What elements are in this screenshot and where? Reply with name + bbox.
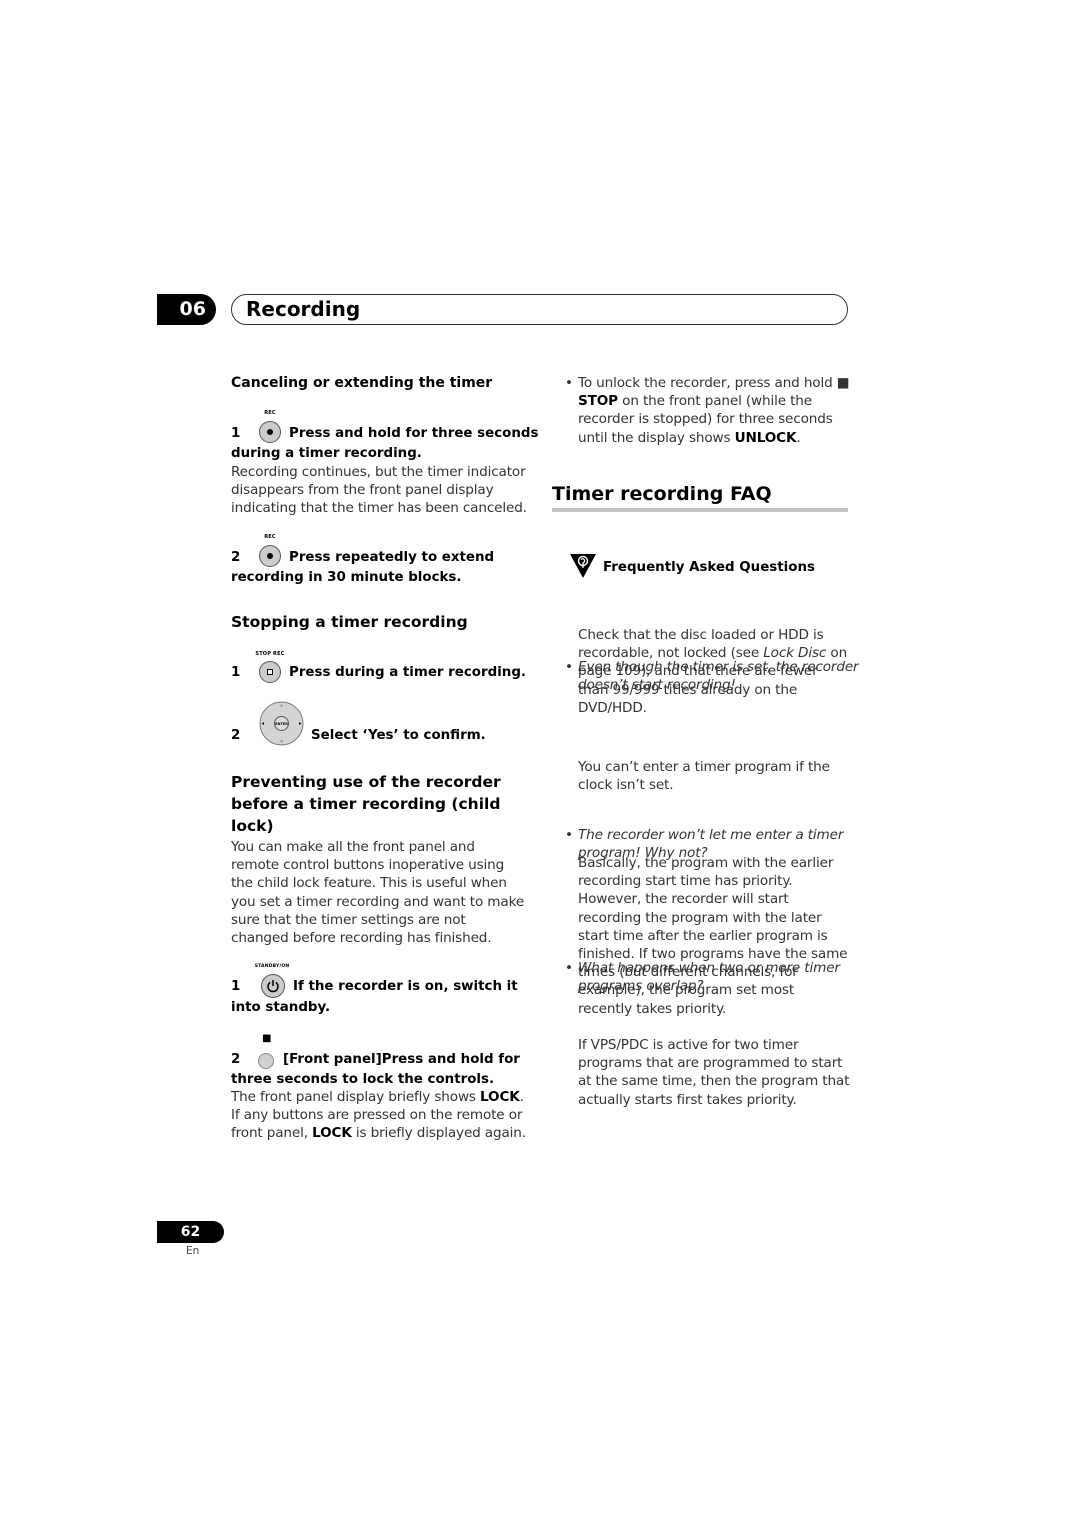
cancel-step1-instruction-line2: during a timer recording. — [231, 446, 422, 461]
lock-step2-instruction-line2: three seconds to lock the controls. — [231, 1072, 495, 1087]
stop-keyword: STOP — [578, 393, 618, 410]
cancel-step2-instruction-line2: recording in 30 minute blocks. — [231, 570, 462, 585]
stop-step2-number: 2 — [231, 728, 241, 743]
cancel-step1-body: Recording continues, but the timer indic… — [231, 464, 527, 517]
body-text: is briefly displayed again. — [351, 1125, 526, 1142]
front-panel-stop-button-icon — [258, 1053, 274, 1069]
svg-text:ENTER: ENTER — [275, 722, 288, 726]
lock-step2-instruction-line1: [Front panel]Press and hold for — [283, 1052, 520, 1067]
body-text: . — [796, 429, 801, 446]
cancel-step2-instruction-line1: Press repeatedly to extend — [289, 550, 495, 565]
power-button-icon — [261, 974, 285, 998]
faq-title: Timer recording FAQ — [552, 483, 772, 505]
faq-title-underline — [552, 508, 848, 512]
unlock-keyword: UNLOCK — [734, 429, 797, 446]
stop-step2-instruction: Select ‘Yes’ to confirm. — [311, 728, 486, 743]
lock-keyword: LOCK — [312, 1125, 352, 1142]
standby-button-label: STANDBY/ON — [254, 964, 290, 969]
cancel-step1-number: 1 — [231, 426, 241, 441]
rec-button-icon — [259, 545, 281, 567]
lock-step2-body: The front panel display briefly shows LO… — [231, 1088, 527, 1143]
faq-answer-3: Basically, the program with the earlier … — [578, 855, 848, 1017]
lock-step2-number: 2 — [231, 1052, 241, 1067]
body-text: To unlock the recorder, press and hold ■ — [578, 375, 850, 391]
child-lock-heading-line3: lock) — [231, 817, 274, 835]
faq-answer-2: You can’t enter a timer program if the c… — [578, 759, 830, 794]
stop-rec-button-label: STOP REC — [255, 651, 285, 657]
child-lock-heading-line2: before a timer recording (child — [231, 795, 501, 813]
rec-button-icon — [259, 421, 281, 443]
stop-rec-button-icon — [259, 661, 281, 683]
faq-heading: Frequently Asked Questions — [603, 560, 815, 575]
page-number-badge: 62 — [157, 1221, 224, 1243]
chapter-number-badge: 06 — [157, 294, 216, 325]
chapter-title: Recording — [246, 297, 361, 321]
chapter-number: 06 — [179, 298, 206, 320]
lock-step1-instruction-line2: into standby. — [231, 1000, 331, 1015]
lock-step1-instruction-line1: If the recorder is on, switch it — [293, 979, 518, 994]
child-lock-heading-line1: Preventing use of the recorder — [231, 773, 501, 791]
lock-disc-reference: Lock Disc — [763, 645, 827, 662]
cancel-section-heading: Canceling or extending the timer — [231, 375, 493, 391]
rec-button-label: REC — [264, 534, 276, 540]
child-lock-body: You can make all the front panel and rem… — [231, 839, 525, 947]
faq-answer-1: Check that the disc loaded or HDD is rec… — [578, 626, 850, 717]
cancel-step2-number: 2 — [231, 550, 241, 565]
stop-step1-number: 1 — [231, 665, 241, 680]
body-text: The front panel display briefly shows — [231, 1089, 481, 1105]
lock-keyword: LOCK — [480, 1089, 520, 1105]
lock-step1-number: 1 — [231, 979, 241, 994]
cancel-step1-instruction-line1: Press and hold for three seconds — [289, 426, 539, 441]
rec-button-label: REC — [264, 410, 276, 416]
page-language: En — [186, 1245, 200, 1257]
stopping-section-heading: Stopping a timer recording — [231, 613, 468, 631]
unlock-bullet: To unlock the recorder, press and hold ■… — [565, 374, 863, 447]
question-mark-triangle-icon — [569, 553, 597, 579]
faq-answer-3-vps: If VPS/PDC is active for two timer progr… — [578, 1037, 850, 1108]
stop-symbol-label: ■ — [262, 1033, 272, 1044]
directional-pad-enter-icon: ENTER — [259, 701, 304, 746]
stop-step1-instruction: Press during a timer recording. — [289, 665, 526, 680]
page-number: 62 — [180, 1224, 201, 1240]
